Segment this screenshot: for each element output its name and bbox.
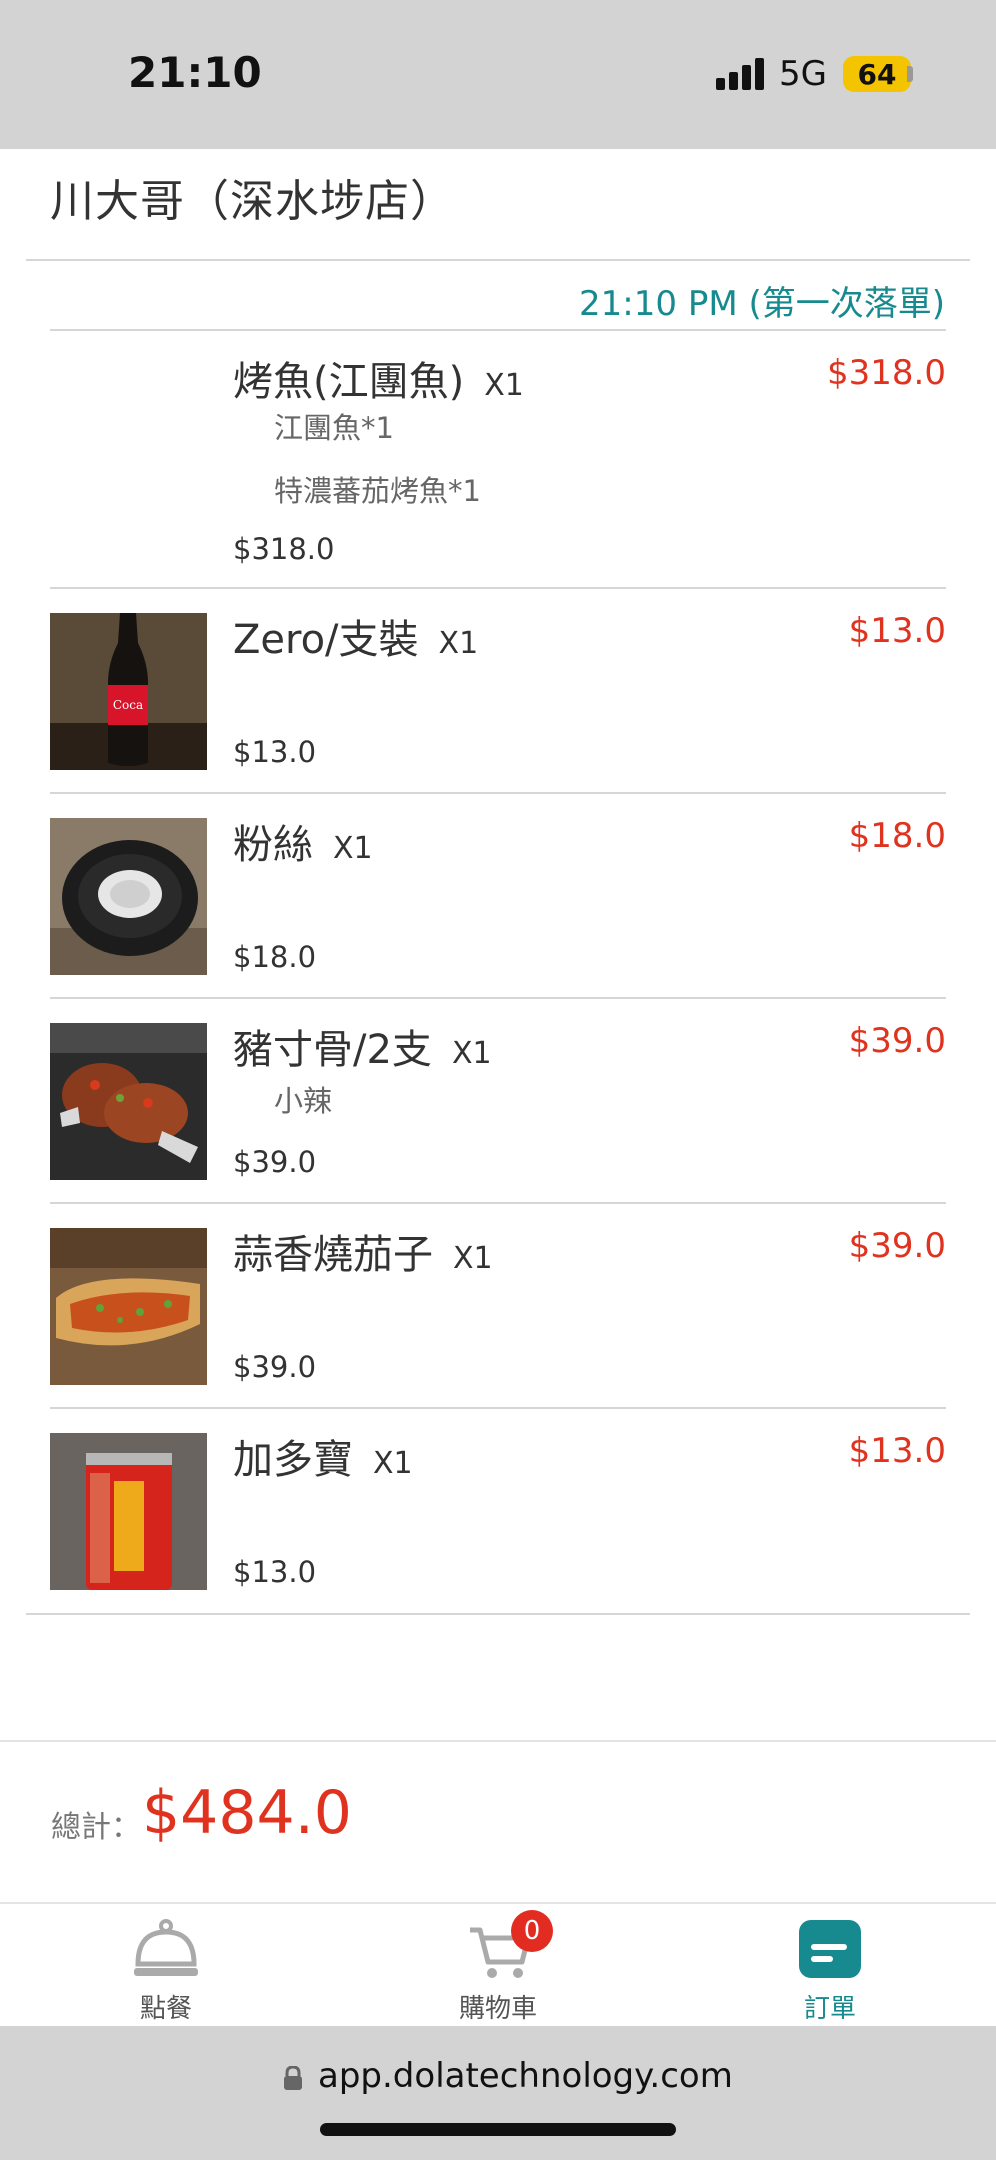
tab-order-food[interactable]: 點餐 <box>66 1904 266 2028</box>
item-image <box>50 1433 207 1590</box>
tab-bar: 點餐 0 購物車 訂單 <box>0 1902 996 2026</box>
browser-url-bar[interactable]: app.dolatechnology.com <box>0 2026 996 2160</box>
item-price: $18.0 <box>233 940 317 974</box>
lock-icon <box>284 2066 302 2090</box>
item-name: 烤魚(江團魚) X1 <box>233 359 524 405</box>
item-option: 江團魚*1 <box>274 411 394 445</box>
order-item: Coca Zero/支裝 X1 $13.0 $13.0 <box>50 589 946 794</box>
item-qty: X1 <box>333 831 373 866</box>
order-item: 烤魚(江團魚) X1 $318.0 江團魚*1 特濃蕃茄烤魚*1 $318.0 <box>50 331 946 566</box>
item-name: Zero/支裝 X1 <box>233 617 479 663</box>
divider <box>26 259 970 261</box>
store-name: 川大哥（深水埗店） <box>50 176 455 227</box>
tab-orders[interactable]: 訂單 <box>730 1904 930 2028</box>
tab-label: 購物車 <box>458 1994 537 2024</box>
divider <box>26 1613 970 1615</box>
item-total: $39.0 <box>848 1226 946 1266</box>
item-price: $13.0 <box>233 1555 317 1589</box>
item-image <box>50 1228 207 1385</box>
item-name: 蒜香燒茄子 X1 <box>233 1232 493 1278</box>
svg-text:Coca: Coca <box>113 698 143 712</box>
total-bar: 總計： $484.0 <box>0 1740 996 1902</box>
item-image <box>50 1023 207 1180</box>
battery-icon: 64 <box>843 56 911 92</box>
home-indicator <box>320 2123 676 2136</box>
order-item: 豬寸骨/2支 X1 $39.0 小辣 $39.0 <box>50 999 946 1204</box>
item-name: 加多寶 X1 <box>233 1437 413 1483</box>
item-option: 特濃蕃茄烤魚*1 <box>274 474 481 508</box>
order-item: 加多寶 X1 $13.0 $13.0 <box>50 1409 946 1614</box>
orders-icon <box>799 1920 861 1978</box>
item-total: $13.0 <box>848 1431 946 1471</box>
status-bar: 21:10 5G 64 <box>0 0 996 149</box>
battery-tip <box>907 66 913 82</box>
item-name: 粉絲 X1 <box>233 822 373 868</box>
item-qty: X1 <box>373 1446 413 1481</box>
cart-badge: 0 <box>511 1910 553 1952</box>
cloche-icon <box>134 1919 198 1976</box>
order-item: 粉絲 X1 $18.0 $18.0 <box>50 794 946 999</box>
total-value: $484.0 <box>142 1778 352 1848</box>
item-price: $13.0 <box>233 735 317 769</box>
item-price: $39.0 <box>233 1350 317 1384</box>
item-qty: X1 <box>453 1241 493 1276</box>
order-time: 21:10 PM (第一次落單) <box>579 284 945 324</box>
network-type: 5G <box>779 54 827 94</box>
item-image: Coca <box>50 613 207 770</box>
order-item: 蒜香燒茄子 X1 $39.0 $39.0 <box>50 1204 946 1409</box>
item-qty: X1 <box>438 626 479 661</box>
item-total: $13.0 <box>848 611 946 651</box>
item-option: 小辣 <box>274 1084 333 1118</box>
tab-label: 訂單 <box>803 1994 856 2024</box>
item-qty: X1 <box>451 1036 492 1071</box>
item-total: $318.0 <box>827 353 946 393</box>
item-price: $39.0 <box>233 1145 317 1179</box>
signal-icon <box>716 58 764 90</box>
item-total: $39.0 <box>848 1021 946 1061</box>
item-total: $18.0 <box>848 816 946 856</box>
total-label: 總計： <box>51 1810 141 1845</box>
tab-label: 點餐 <box>139 1994 192 2024</box>
item-price: $318.0 <box>233 532 335 566</box>
item-name: 豬寸骨/2支 X1 <box>233 1027 492 1073</box>
tab-cart[interactable]: 0 購物車 <box>398 1904 598 2028</box>
url-text: app.dolatechnology.com <box>318 2056 733 2096</box>
item-image <box>50 818 207 975</box>
item-qty: X1 <box>484 368 524 403</box>
status-time: 21:10 <box>128 48 262 97</box>
